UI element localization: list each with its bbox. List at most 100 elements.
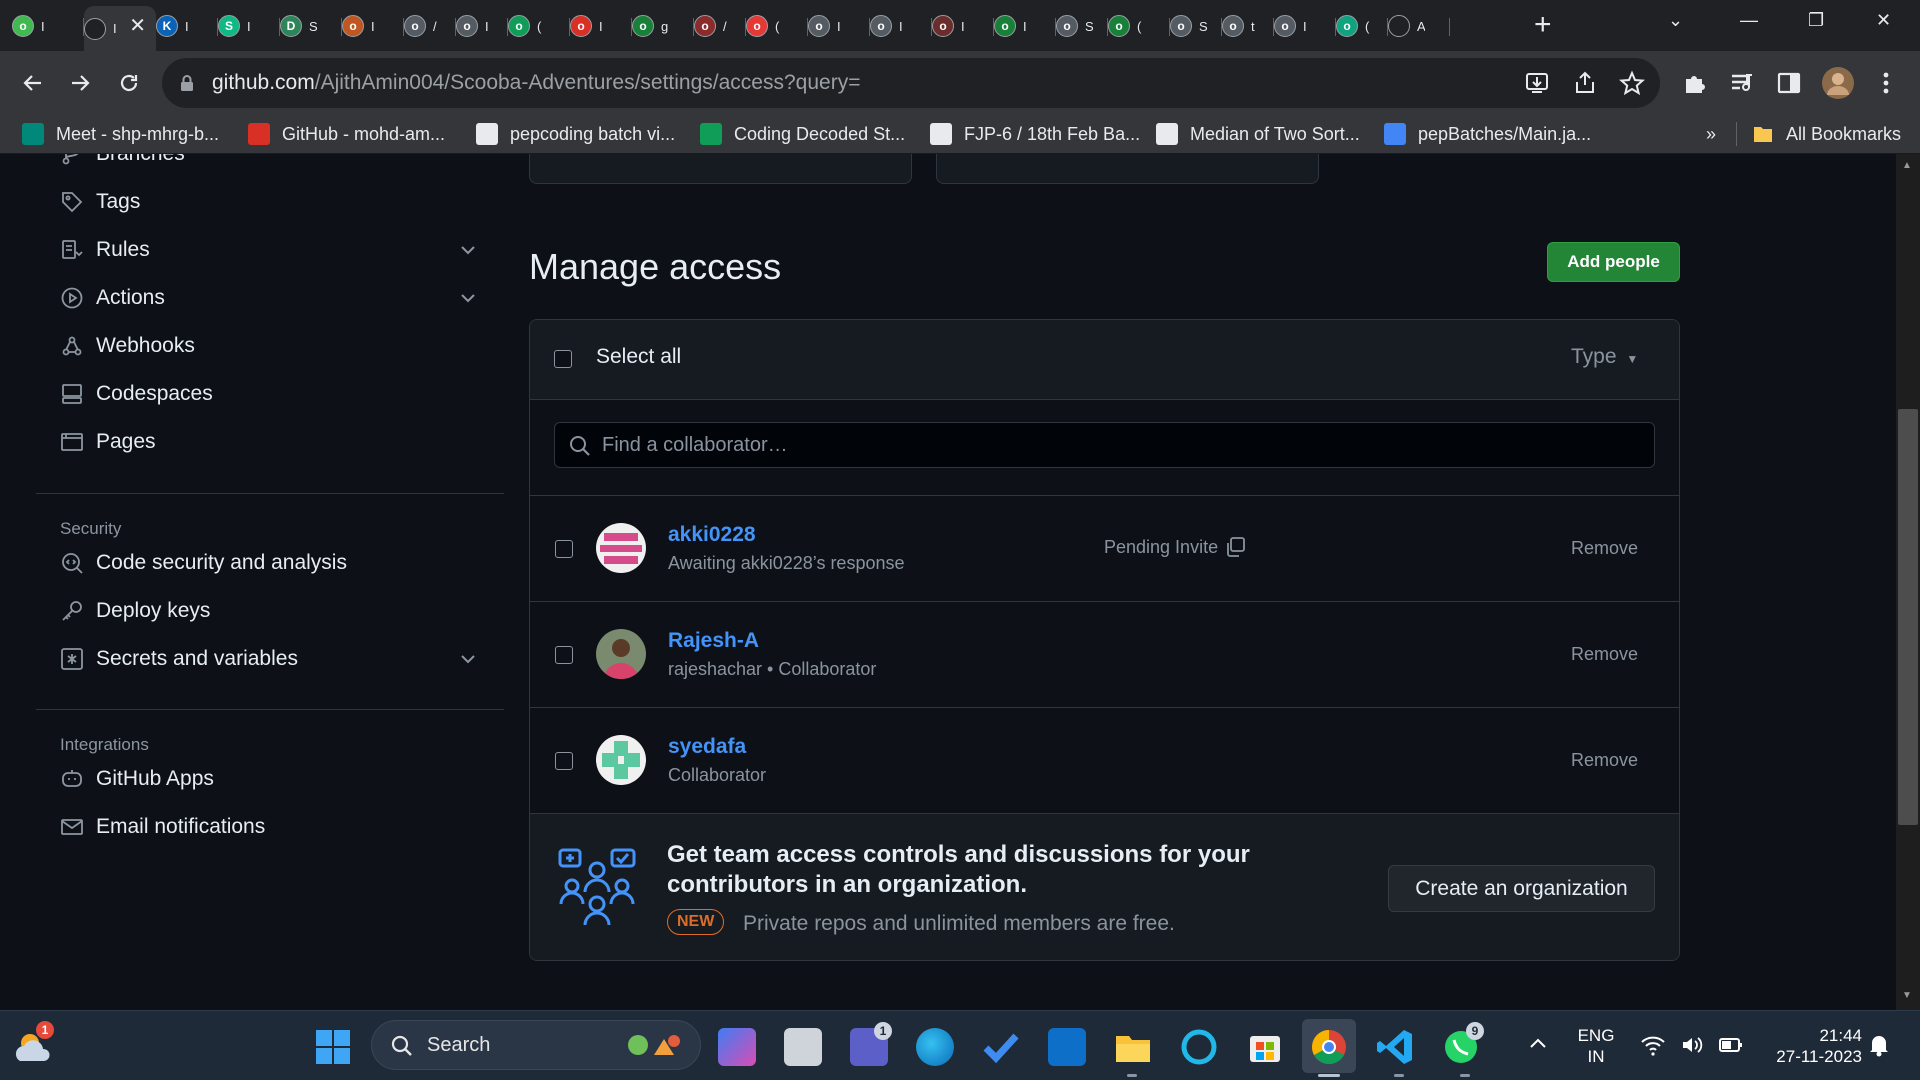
collaborator-checkbox[interactable] bbox=[555, 540, 573, 558]
browser-tab[interactable]: oI bbox=[456, 8, 508, 44]
scrollbar-thumb[interactable] bbox=[1898, 409, 1918, 825]
reload-button[interactable] bbox=[112, 66, 146, 100]
browser-tab[interactable]: oI bbox=[994, 8, 1056, 44]
browser-tab[interactable]: oI bbox=[570, 8, 632, 44]
browser-tab[interactable]: oI bbox=[808, 8, 870, 44]
edge-app[interactable] bbox=[916, 1028, 954, 1066]
bookmark-item[interactable]: GitHub - mohd-am... bbox=[248, 122, 445, 146]
profile-button[interactable] bbox=[1821, 66, 1855, 100]
collaborator-search[interactable] bbox=[554, 422, 1655, 468]
myhp-app[interactable] bbox=[1048, 1028, 1086, 1066]
browser-tab[interactable]: oI bbox=[342, 8, 404, 44]
restore-icon[interactable]: ❐ bbox=[1808, 10, 1824, 31]
sidebar-item-secrets-and-variables[interactable]: Secrets and variables bbox=[60, 644, 298, 674]
browser-tab[interactable]: oI bbox=[932, 8, 994, 44]
type-filter-dropdown[interactable]: Type ▼ bbox=[1571, 345, 1638, 369]
browser-menu-button[interactable] bbox=[1869, 66, 1903, 100]
browser-tab[interactable]: SI bbox=[218, 8, 280, 44]
bookmark-item[interactable]: Meet - shp-mhrg-b... bbox=[22, 122, 219, 146]
browser-tab[interactable]: oI bbox=[1274, 8, 1336, 44]
collaborator-name-link[interactable]: akki0228 bbox=[668, 523, 756, 547]
close-tab-icon[interactable]: ✕ bbox=[129, 16, 146, 36]
remove-button[interactable]: Remove bbox=[1571, 644, 1638, 665]
back-button[interactable] bbox=[16, 66, 50, 100]
notifications-button[interactable] bbox=[1868, 1033, 1890, 1057]
new-tab-button[interactable]: + bbox=[1534, 10, 1552, 40]
browser-tab[interactable]: o / bbox=[404, 8, 456, 44]
minimize-icon[interactable]: — bbox=[1740, 10, 1758, 31]
remove-button[interactable]: Remove bbox=[1571, 750, 1638, 771]
address-bar[interactable]: github.com/AjithAmin004/Scooba-Adventure… bbox=[162, 58, 1660, 108]
file-explorer-app[interactable] bbox=[1114, 1028, 1152, 1066]
sidebar-item-email-notifications[interactable]: Email notifications bbox=[60, 812, 265, 842]
browser-tab[interactable]: oI bbox=[12, 8, 84, 44]
sidebar-item-github-apps[interactable]: GitHub Apps bbox=[60, 764, 214, 794]
browser-tab[interactable]: o / bbox=[694, 8, 746, 44]
alexa-app[interactable] bbox=[1180, 1028, 1218, 1066]
avatar[interactable] bbox=[596, 523, 646, 573]
sidebar-item-rules[interactable]: Rules bbox=[60, 235, 150, 265]
select-all-checkbox[interactable] bbox=[554, 350, 572, 368]
sidebar-item-pages[interactable]: Pages bbox=[60, 427, 156, 457]
sidebar-item-code-security-and-analysis[interactable]: Code security and analysis bbox=[60, 548, 347, 578]
sidebar-item-tags[interactable]: Tags bbox=[60, 187, 140, 217]
page-scrollbar[interactable]: ▲ ▼ bbox=[1896, 154, 1920, 1010]
avatar[interactable] bbox=[596, 629, 646, 679]
extensions-button[interactable] bbox=[1678, 66, 1712, 100]
sidebar-item-codespaces[interactable]: Codespaces bbox=[60, 379, 213, 409]
bookmark-item[interactable]: pepBatches/Main.ja... bbox=[1384, 122, 1591, 146]
browser-tab[interactable]: KI bbox=[156, 8, 218, 44]
browser-tab[interactable]: ot bbox=[1222, 8, 1274, 44]
system-tray[interactable] bbox=[1640, 1033, 1744, 1057]
copy-icon[interactable] bbox=[1224, 536, 1246, 558]
bookmark-item[interactable]: Coding Decoded St... bbox=[700, 122, 905, 146]
ms-store-app[interactable] bbox=[1246, 1028, 1284, 1066]
show-hidden-icons-button[interactable] bbox=[1528, 1033, 1548, 1053]
browser-tab[interactable]: o( bbox=[1336, 8, 1388, 44]
collaborator-checkbox[interactable] bbox=[555, 646, 573, 664]
install-app-icon[interactable] bbox=[1524, 70, 1550, 96]
scroll-down-icon[interactable]: ▼ bbox=[1902, 990, 1912, 1001]
avatar[interactable] bbox=[596, 735, 646, 785]
bookmark-item[interactable]: pepcoding batch vi... bbox=[476, 122, 675, 146]
browser-tab[interactable]: og bbox=[632, 8, 694, 44]
sidebar-item-branches[interactable]: Branches bbox=[60, 154, 185, 169]
whatsapp-app[interactable]: 9 bbox=[1442, 1022, 1484, 1066]
scroll-up-icon[interactable]: ▲ bbox=[1902, 160, 1912, 171]
add-people-button[interactable]: Add people bbox=[1547, 242, 1680, 282]
star-icon[interactable] bbox=[1619, 70, 1645, 96]
language-indicator[interactable]: ENG IN bbox=[1575, 1025, 1617, 1067]
close-window-icon[interactable]: ✕ bbox=[1876, 10, 1891, 31]
chevron-down-icon[interactable] bbox=[457, 287, 479, 309]
bookmark-item[interactable]: Median of Two Sort... bbox=[1156, 122, 1360, 146]
sidebar-item-deploy-keys[interactable]: Deploy keys bbox=[60, 596, 210, 626]
browser-tab[interactable]: DS bbox=[280, 8, 342, 44]
tab-search-icon[interactable]: ⌄ bbox=[1668, 10, 1683, 31]
collaborator-name-link[interactable]: syedafa bbox=[668, 735, 746, 759]
browser-tab[interactable]: o( bbox=[1108, 8, 1170, 44]
chevron-down-icon[interactable] bbox=[457, 648, 479, 670]
chevron-down-icon[interactable] bbox=[457, 239, 479, 261]
vscode-app[interactable] bbox=[1376, 1028, 1414, 1066]
side-panel-button[interactable] bbox=[1772, 66, 1806, 100]
share-icon[interactable] bbox=[1572, 70, 1598, 96]
remove-button[interactable]: Remove bbox=[1571, 538, 1638, 559]
teams-app[interactable]: 1 bbox=[850, 1022, 892, 1066]
start-button[interactable] bbox=[314, 1028, 352, 1066]
bookmark-item[interactable]: FJP-6 / 18th Feb Ba... bbox=[930, 122, 1140, 146]
all-bookmarks-button[interactable]: All Bookmarks bbox=[1752, 122, 1901, 146]
collaborator-name-link[interactable]: Rajesh-A bbox=[668, 629, 759, 653]
sidebar-item-actions[interactable]: Actions bbox=[60, 283, 165, 313]
browser-tab[interactable]: I ✕ bbox=[84, 6, 156, 51]
browser-tab[interactable]: oS bbox=[1056, 8, 1108, 44]
sidebar-item-webhooks[interactable]: Webhooks bbox=[60, 331, 195, 361]
collaborator-checkbox[interactable] bbox=[555, 752, 573, 770]
taskbar-search[interactable]: Search bbox=[371, 1020, 701, 1070]
weather-widget[interactable]: 1 bbox=[12, 1021, 56, 1069]
clock[interactable]: 21:44 27-11-2023 bbox=[1752, 1025, 1862, 1067]
search-input[interactable] bbox=[602, 430, 1632, 460]
media-button[interactable] bbox=[1725, 66, 1759, 100]
browser-tab[interactable]: o( bbox=[746, 8, 808, 44]
browser-tab[interactable]: A bbox=[1388, 8, 1450, 44]
chrome-app[interactable] bbox=[1310, 1028, 1348, 1066]
